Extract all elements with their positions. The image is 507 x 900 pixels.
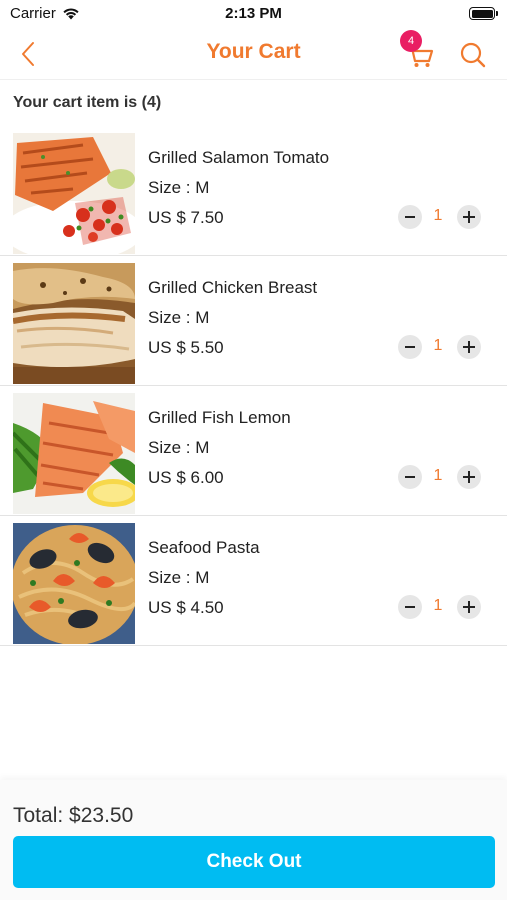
minus-icon bbox=[405, 216, 415, 218]
plus-icon bbox=[463, 211, 475, 223]
cart-item[interactable]: Seafood Pasta Size : M US $ 4.50 1 bbox=[0, 516, 507, 646]
cart-item[interactable]: Grilled Chicken Breast Size : M US $ 5.5… bbox=[0, 256, 507, 386]
cart-count-label: Your cart item is (4) bbox=[13, 94, 162, 111]
checkout-button[interactable]: Check Out bbox=[13, 836, 495, 888]
increase-quantity-button[interactable] bbox=[457, 595, 481, 619]
minus-icon bbox=[405, 346, 415, 348]
item-size: Size : M bbox=[148, 438, 210, 457]
quantity-value: 1 bbox=[433, 207, 443, 224]
increase-quantity-button[interactable] bbox=[457, 335, 481, 359]
item-size: Size : M bbox=[148, 568, 210, 587]
cart-badge: 4 bbox=[400, 30, 422, 52]
status-bar: Carrier 2:13 PM bbox=[0, 0, 507, 28]
item-price: US $ 7.50 bbox=[148, 208, 224, 227]
food-image-chicken-breast bbox=[13, 263, 135, 384]
food-image-seafood-pasta bbox=[13, 523, 135, 644]
status-time: 2:13 PM bbox=[225, 5, 282, 22]
cart-item[interactable]: Grilled Fish Lemon Size : M US $ 6.00 1 bbox=[0, 386, 507, 516]
total-label: Total: $23.50 bbox=[13, 804, 134, 827]
minus-icon bbox=[405, 606, 415, 608]
item-name: Seafood Pasta bbox=[148, 538, 260, 557]
battery-icon bbox=[469, 7, 498, 20]
item-price: US $ 4.50 bbox=[148, 598, 224, 617]
food-image-salmon-tomato bbox=[13, 133, 135, 254]
decrease-quantity-button[interactable] bbox=[398, 595, 422, 619]
quantity-value: 1 bbox=[433, 337, 443, 354]
quantity-value: 1 bbox=[433, 467, 443, 484]
checkout-footer: Total: $23.50 Check Out bbox=[0, 780, 507, 900]
quantity-value: 1 bbox=[433, 597, 443, 614]
nav-bar: Your Cart 4 bbox=[0, 28, 507, 80]
plus-icon bbox=[463, 471, 475, 483]
item-price: US $ 6.00 bbox=[148, 468, 224, 487]
decrease-quantity-button[interactable] bbox=[398, 205, 422, 229]
item-price: US $ 5.50 bbox=[148, 338, 224, 357]
decrease-quantity-button[interactable] bbox=[398, 465, 422, 489]
item-name: Grilled Fish Lemon bbox=[148, 408, 291, 427]
item-size: Size : M bbox=[148, 178, 210, 197]
cart-list: Grilled Salamon Tomato Size : M US $ 7.5… bbox=[0, 126, 507, 646]
search-button[interactable] bbox=[456, 38, 490, 72]
cart-item[interactable]: Grilled Salamon Tomato Size : M US $ 7.5… bbox=[0, 126, 507, 256]
search-icon bbox=[460, 42, 486, 68]
increase-quantity-button[interactable] bbox=[457, 205, 481, 229]
minus-icon bbox=[405, 476, 415, 478]
plus-icon bbox=[463, 341, 475, 353]
decrease-quantity-button[interactable] bbox=[398, 335, 422, 359]
cart-button[interactable]: 4 bbox=[400, 30, 436, 70]
item-name: Grilled Chicken Breast bbox=[148, 278, 318, 297]
plus-icon bbox=[463, 601, 475, 613]
increase-quantity-button[interactable] bbox=[457, 465, 481, 489]
food-image-fish-lemon bbox=[13, 393, 135, 514]
item-name: Grilled Salamon Tomato bbox=[148, 148, 330, 167]
item-size: Size : M bbox=[148, 308, 210, 327]
